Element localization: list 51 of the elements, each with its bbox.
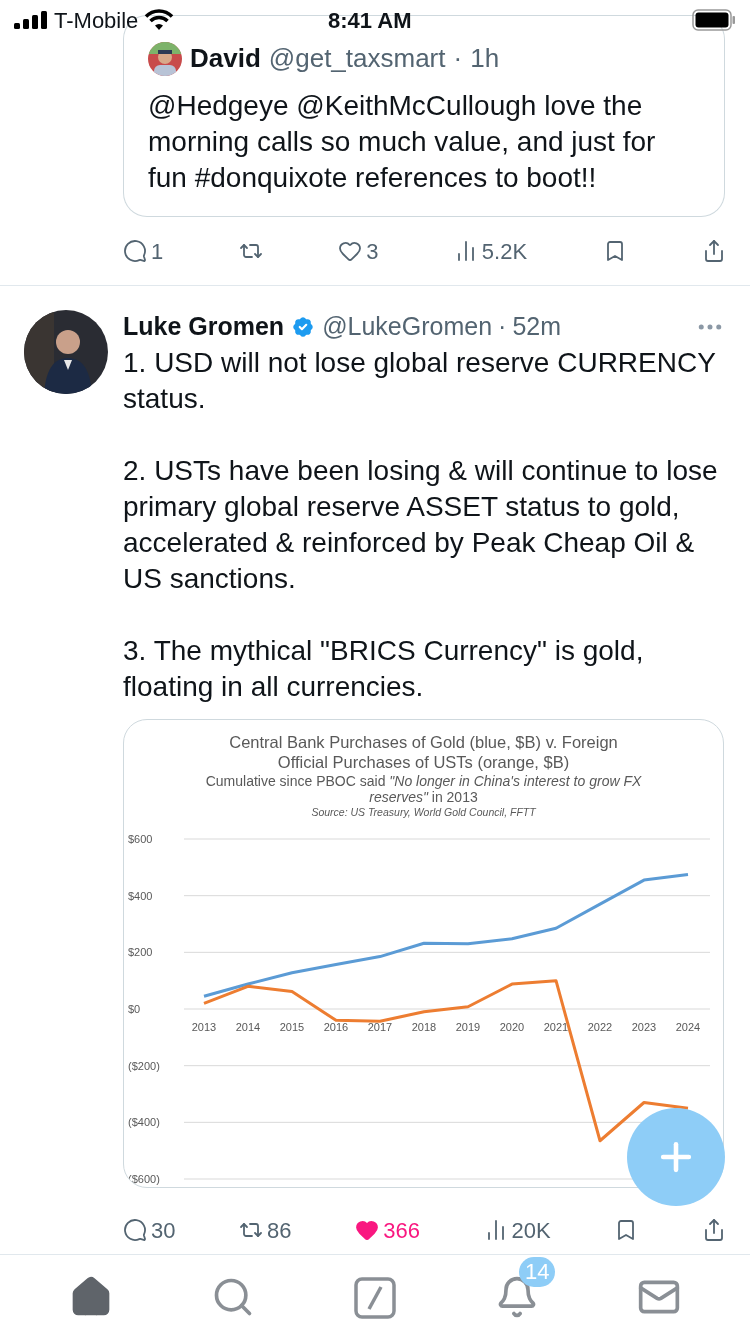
- chart-title: Central Bank Purchases of Gold (blue, $B) v. Foreign Official Purchases of USTs (orange, $B): [228, 732, 619, 772]
- y-tick-label: ($400): [128, 1116, 160, 1129]
- wifi-icon: [144, 9, 175, 31]
- x-tick-label: 2020: [499, 1021, 525, 1033]
- chart-subtitle: Cumulative since PBOC said "No longer in China's interest to grow FX reserves" in 2013: [204, 773, 643, 805]
- x-tick-label: 2023: [631, 1021, 657, 1033]
- slash-square-icon: [354, 1277, 396, 1319]
- reply-button[interactable]: 30: [123, 1213, 176, 1247]
- y-tick-label: $200: [128, 946, 153, 959]
- tweet-text: 3. The mythical "BRICS Currency" is gold, floating in all currencies.: [123, 634, 645, 704]
- author-name: David: [190, 42, 261, 75]
- x-tick-label: 2016: [323, 1021, 349, 1033]
- chart-source: Source: US Treasury, World Gold Council, FFTT: [311, 805, 536, 819]
- reply-icon: [123, 239, 147, 263]
- y-tick-label: $0: [128, 1003, 141, 1015]
- x-tick-label: 2018: [411, 1021, 437, 1033]
- tweet-time: 1h: [470, 42, 500, 75]
- x-tick-label: 2013: [191, 1021, 217, 1033]
- reply-button[interactable]: 1: [123, 234, 164, 268]
- carrier-name: T-Mobile: [54, 6, 139, 35]
- y-tick-label: $400: [128, 889, 153, 902]
- separator-dot: ·: [498, 311, 507, 343]
- x-tick-label: 2014: [235, 1021, 261, 1033]
- x-tick-label: 2022: [587, 1021, 613, 1033]
- battery-icon: [692, 9, 736, 31]
- x-tick-label: 2017: [367, 1021, 393, 1033]
- repost-button[interactable]: 86: [239, 1213, 292, 1247]
- separator-dot: ·: [453, 42, 463, 75]
- x-tick-label: 2021: [543, 1021, 569, 1033]
- like-button[interactable]: 3: [338, 234, 379, 268]
- notification-badge: 14: [519, 1257, 556, 1287]
- signal-icon: [14, 11, 48, 29]
- tweet-text: @Hedgeye @KeithMcCullough love the morning calls so much value, and just for fun #donquixote references to boot!!: [148, 89, 657, 195]
- quoted-tweet-card[interactable]: David @get_taxsmart · 1h @Hedgeye @KeithMcCullough love the morning calls so much value, and just for fun #donquixote references to boot!!: [123, 39, 725, 217]
- views-button[interactable]: 20K: [483, 1213, 551, 1247]
- author-name: Luke Gromen: [123, 311, 285, 343]
- tweet-text: 1. USD will not lose global reserve CURRENCY status.: [123, 346, 717, 416]
- tweet-time: 52m: [512, 311, 562, 343]
- author-handle: @LukeGromen: [322, 311, 493, 343]
- status-time: 8:41 AM: [328, 6, 412, 35]
- y-tick-label: ($200): [128, 1059, 160, 1072]
- views-button[interactable]: 5.2K: [453, 234, 528, 268]
- x-tick-label: 2024: [675, 1021, 701, 1033]
- author-handle: @get_taxsmart: [268, 42, 446, 75]
- x-tick-label: 2015: [279, 1021, 305, 1033]
- tweet-text: 2. USTs have been losing & will continue to lose primary global reserve ASSET status to gold, accelerated & reinforced by Peak Cheap Oil & US sanctions.: [123, 454, 719, 596]
- reply-icon: [123, 1218, 147, 1242]
- like-button[interactable]: 366: [355, 1213, 420, 1247]
- y-tick-label: ($600): [128, 1173, 160, 1185]
- y-tick-label: $600: [128, 833, 153, 845]
- x-tick-label: 2019: [455, 1021, 481, 1033]
